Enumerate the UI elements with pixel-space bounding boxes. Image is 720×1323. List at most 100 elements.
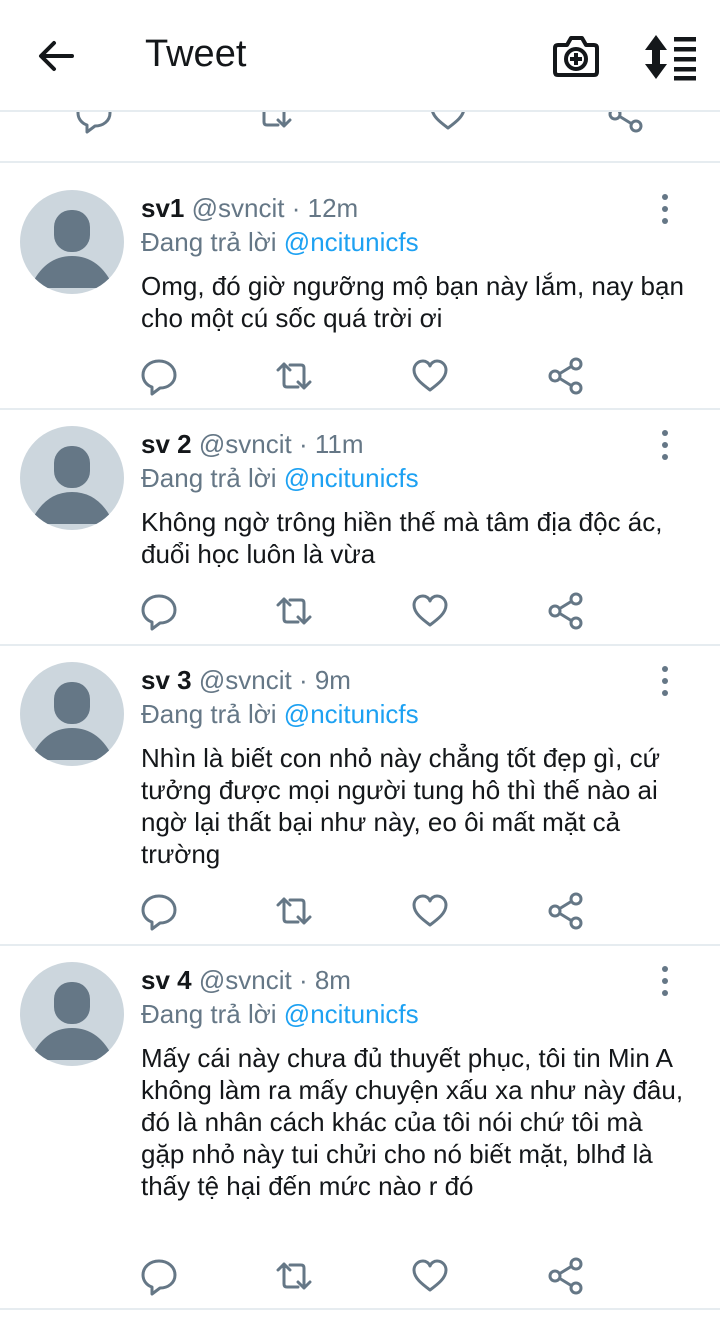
sort-icon	[645, 35, 696, 81]
default-avatar-icon	[30, 682, 114, 760]
user-handle[interactable]: @svncit	[199, 429, 292, 459]
reply-tweet[interactable]: sv1 @svncit · 12m Đang trả lời @ncitunic…	[0, 163, 720, 408]
avatar[interactable]	[20, 190, 124, 294]
replying-to-mention[interactable]: @ncitunicfs	[284, 463, 419, 493]
like-icon	[412, 894, 448, 927]
avatar[interactable]	[20, 962, 124, 1066]
avatar[interactable]	[20, 426, 124, 530]
display-name[interactable]: sv 4	[141, 965, 192, 995]
share-icon	[548, 1257, 583, 1295]
like-icon	[412, 359, 448, 392]
reply-icon	[141, 359, 177, 396]
more-options-button[interactable]	[650, 191, 680, 227]
retweet-button[interactable]	[274, 356, 314, 396]
reply-icon	[76, 112, 112, 134]
like-button[interactable]	[410, 591, 450, 631]
like-icon	[412, 1259, 448, 1292]
replying-to-line: Đang trả lời @ncitunicfs	[141, 699, 419, 730]
more-vertical-icon	[662, 194, 668, 224]
display-name[interactable]: sv 2	[141, 429, 192, 459]
tweet-text: Không ngờ trông hiền thế mà tâm địa độc …	[141, 507, 663, 569]
sort-button[interactable]	[644, 33, 698, 81]
default-avatar-icon	[30, 982, 114, 1060]
user-handle[interactable]: @svncit	[199, 665, 292, 695]
reply-icon	[141, 1259, 177, 1296]
main-reply-button[interactable]	[74, 112, 114, 134]
add-photo-button[interactable]	[552, 33, 600, 79]
tweet-header: sv1 @svncit · 12m	[141, 193, 358, 224]
share-button[interactable]	[546, 891, 586, 931]
replying-to-label: Đang trả lời	[141, 463, 277, 493]
share-icon	[548, 592, 583, 630]
default-avatar-icon	[30, 210, 114, 288]
share-icon	[548, 892, 583, 930]
retweet-icon	[276, 362, 312, 390]
page-title: Tweet	[145, 33, 247, 75]
reply-tweet[interactable]: sv 3 @svncit · 9m Đang trả lời @ncitunic…	[0, 646, 720, 944]
back-button[interactable]	[34, 34, 78, 78]
user-handle[interactable]: @svncit	[192, 193, 285, 223]
replying-to-mention[interactable]: @ncitunicfs	[284, 999, 419, 1029]
dot-separator: ·	[298, 965, 308, 995]
timestamp: 11m	[314, 429, 364, 459]
tweet-header: sv 4 @svncit · 8m	[141, 965, 351, 996]
timestamp: 8m	[314, 965, 351, 995]
reply-icon	[141, 594, 177, 631]
share-button[interactable]	[546, 1256, 586, 1296]
more-options-button[interactable]	[650, 963, 680, 999]
like-button[interactable]	[410, 1256, 450, 1296]
reply-icon	[141, 894, 177, 931]
replying-to-mention[interactable]: @ncitunicfs	[284, 227, 419, 257]
replying-to-line: Đang trả lời @ncitunicfs	[141, 999, 419, 1030]
retweet-button[interactable]	[274, 891, 314, 931]
timestamp: 12m	[307, 193, 359, 223]
display-name[interactable]: sv1	[141, 193, 184, 223]
tweet-header: sv 3 @svncit · 9m	[141, 665, 351, 696]
main-tweet-action-bar	[0, 112, 720, 161]
retweet-button[interactable]	[274, 591, 314, 631]
more-vertical-icon	[662, 966, 668, 996]
more-options-button[interactable]	[650, 663, 680, 699]
share-button[interactable]	[546, 591, 586, 631]
share-icon	[548, 357, 583, 395]
retweet-icon	[276, 597, 312, 625]
dot-separator: ·	[298, 665, 308, 695]
like-icon	[412, 594, 448, 627]
main-retweet-button[interactable]	[254, 112, 294, 134]
replying-to-label: Đang trả lời	[141, 227, 277, 257]
main-like-button[interactable]	[428, 112, 468, 134]
replying-to-label: Đang trả lời	[141, 699, 277, 729]
like-icon	[431, 112, 465, 130]
display-name[interactable]: sv 3	[141, 665, 192, 695]
replying-to-mention[interactable]: @ncitunicfs	[284, 699, 419, 729]
reply-tweet[interactable]: sv 2 @svncit · 11m Đang trả lời @ncituni…	[0, 410, 720, 644]
divider	[0, 1308, 720, 1310]
retweet-icon	[276, 897, 312, 925]
retweet-icon	[262, 112, 292, 128]
user-handle[interactable]: @svncit	[199, 965, 292, 995]
reply-button[interactable]	[139, 356, 179, 396]
more-vertical-icon	[662, 666, 668, 696]
main-share-button[interactable]	[606, 112, 646, 134]
reply-button[interactable]	[139, 1256, 179, 1296]
dot-separator: ·	[291, 193, 301, 223]
reply-button[interactable]	[139, 891, 179, 931]
default-avatar-icon	[30, 446, 114, 524]
tweet-text: Omg, đó giờ ngưỡng mộ bạn này lắm, nay b…	[141, 271, 684, 333]
top-app-bar: Tweet	[0, 0, 720, 112]
like-button[interactable]	[410, 356, 450, 396]
replying-to-label: Đang trả lời	[141, 999, 277, 1029]
replying-to-line: Đang trả lời @ncitunicfs	[141, 463, 419, 494]
reply-tweet[interactable]: sv 4 @svncit · 8m Đang trả lời @ncitunic…	[0, 946, 720, 1308]
like-button[interactable]	[410, 891, 450, 931]
more-options-button[interactable]	[650, 427, 680, 463]
reply-button[interactable]	[139, 591, 179, 631]
tweet-text: Mấy cái này chưa đủ thuyết phục, tôi tin…	[141, 1043, 684, 1201]
avatar[interactable]	[20, 662, 124, 766]
timestamp: 9m	[314, 665, 351, 695]
share-button[interactable]	[546, 356, 586, 396]
dot-separator: ·	[298, 429, 308, 459]
retweet-button[interactable]	[274, 1256, 314, 1296]
tweet-header: sv 2 @svncit · 11m	[141, 429, 364, 460]
back-arrow-icon	[39, 41, 74, 71]
